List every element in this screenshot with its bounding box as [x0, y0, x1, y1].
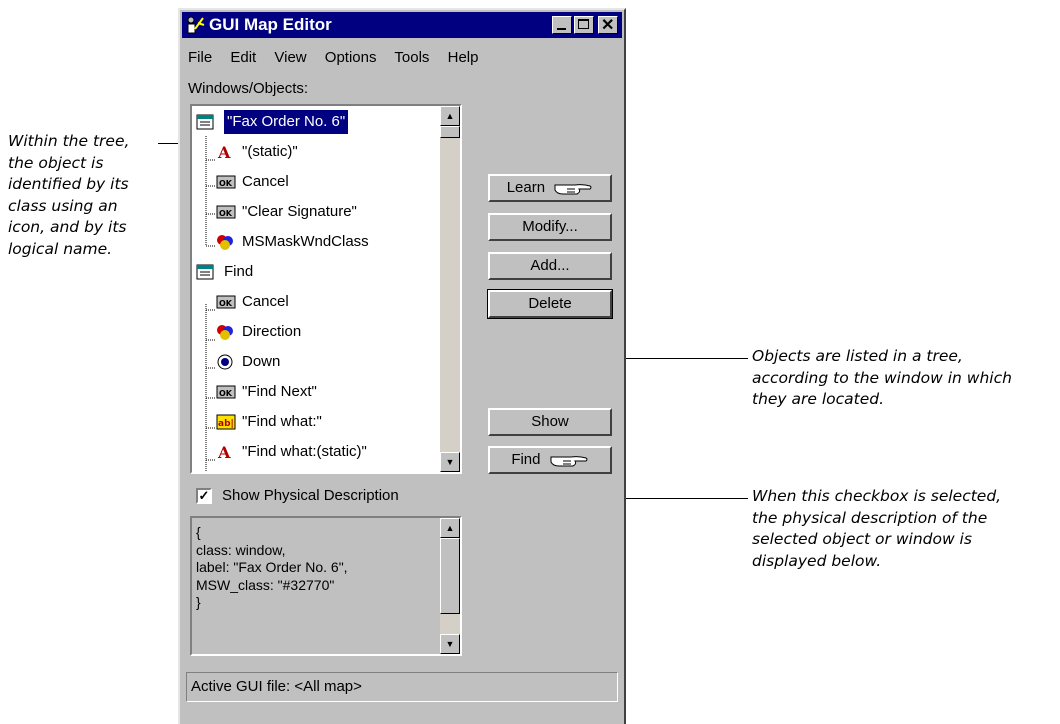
radio-button-icon: [216, 353, 234, 371]
annotation-line: icon, and by its: [8, 218, 127, 236]
pointing-hand-icon: [550, 456, 588, 467]
window-title: GUI Map Editor: [209, 15, 332, 34]
close-icon: ✕: [601, 17, 615, 34]
annotation-line: identified by its: [8, 175, 129, 193]
tree-item-label: "Find what:(static)": [242, 443, 367, 460]
maximize-icon: [578, 19, 589, 29]
title-bar[interactable]: GUI Map Editor ✕: [182, 12, 622, 38]
scroll-up-arrow[interactable]: ▲: [440, 106, 460, 126]
minimize-button[interactable]: [552, 16, 572, 34]
modify-button[interactable]: Modify...: [488, 213, 612, 241]
annotation-line: selected object or window is: [752, 530, 972, 548]
tree-item-label: Find: [224, 263, 254, 280]
tree-item-label: Down: [242, 353, 281, 370]
annotation-line: Within the tree,: [8, 132, 130, 150]
object-icon: [216, 323, 234, 341]
status-bar: Active GUI file: <All map>: [186, 672, 618, 702]
static-text-icon: A: [216, 443, 234, 462]
tree-item-label: "Find what:": [242, 413, 322, 430]
menu-file[interactable]: File: [188, 49, 212, 66]
minimize-icon: [557, 28, 566, 30]
static-text-icon: A: [216, 143, 234, 162]
scroll-up-arrow[interactable]: ▲: [440, 518, 460, 538]
tree-item-label: "Clear Signature": [242, 203, 357, 220]
delete-button[interactable]: Delete: [487, 289, 613, 319]
annotation-line: When this checkbox is selected,: [752, 487, 1002, 505]
physical-description-text: { class: window, label: "Fax Order No. 6…: [196, 524, 348, 610]
learn-button[interactable]: Learn: [488, 174, 612, 202]
learn-button-label: Learn: [506, 179, 546, 196]
show-physical-description-checkbox[interactable]: ✓: [196, 488, 212, 504]
tree-item-label: "Fax Order No. 6": [222, 109, 350, 135]
svg-text:A: A: [217, 443, 231, 461]
annotation-line: the object is: [8, 153, 104, 172]
annotation-line: the physical description of the: [752, 508, 988, 527]
menu-bar: File Edit View Options Tools Help: [188, 49, 492, 66]
svg-text:OK: OK: [219, 299, 233, 308]
physical-description-box[interactable]: { class: window, label: "Fax Order No. 6…: [190, 516, 462, 656]
push-button-icon: OK: [216, 173, 236, 191]
annotation-line: they are located.: [752, 390, 885, 408]
app-icon: [187, 16, 205, 34]
annotation-line: displayed below.: [752, 551, 882, 570]
menu-tools[interactable]: Tools: [394, 49, 429, 66]
object-icon: [216, 233, 234, 251]
scroll-thumb[interactable]: [440, 538, 460, 614]
svg-text:OK: OK: [219, 179, 233, 188]
tree-item-label: MSMaskWndClass: [242, 233, 369, 250]
tree-item-label: Cancel: [242, 173, 289, 190]
annotation-line: class using an: [8, 196, 118, 215]
tree-item-label: "(static)": [242, 143, 298, 160]
menu-view[interactable]: View: [274, 49, 306, 66]
push-button-icon: OK: [216, 293, 236, 311]
annotation-tree-icon: Within the tree, the object is identifie…: [8, 131, 129, 260]
annotation-line: Objects are listed in a tree,: [752, 347, 963, 365]
tree-item-label: Cancel: [242, 293, 289, 310]
tree-item-label: "Find Next": [242, 383, 317, 400]
window-icon: [196, 263, 214, 281]
svg-text:OK: OK: [219, 389, 233, 398]
annotation-line: according to the window in which: [752, 368, 1012, 387]
menu-options[interactable]: Options: [325, 49, 377, 66]
svg-text:OK: OK: [219, 209, 233, 218]
svg-text:ab|: ab|: [218, 419, 234, 429]
svg-text:A: A: [217, 143, 231, 161]
window-icon: [196, 113, 214, 131]
close-button[interactable]: ✕: [598, 16, 618, 34]
find-button[interactable]: Find: [488, 446, 612, 474]
scroll-down-arrow[interactable]: ▼: [440, 452, 460, 472]
show-physical-description-label[interactable]: Show Physical Description: [222, 487, 399, 504]
status-text: Active GUI file: <All map>: [191, 678, 362, 695]
show-button[interactable]: Show: [488, 408, 612, 436]
tree-label: Windows/Objects:: [188, 80, 309, 97]
annotation-checkbox: When this checkbox is selected, the phys…: [752, 486, 1001, 572]
push-button-icon: OK: [216, 203, 236, 221]
tree-item-label: Direction: [242, 323, 302, 340]
scroll-thumb[interactable]: [440, 126, 460, 138]
menu-edit[interactable]: Edit: [230, 49, 256, 66]
edit-field-icon: ab|: [216, 413, 236, 431]
scroll-down-arrow[interactable]: ▼: [440, 634, 460, 654]
description-scrollbar[interactable]: ▲ ▼: [440, 518, 460, 654]
annotation-tree-list: Objects are listed in a tree, according …: [752, 346, 1012, 411]
windows-objects-tree[interactable]: "Fax Order No. 6" A "(static)" OK Cancel OK "C…: [190, 104, 462, 474]
menu-help[interactable]: Help: [448, 49, 479, 66]
pointing-hand-icon: [554, 184, 592, 195]
annotation-line: logical name.: [8, 239, 113, 258]
tree-scrollbar[interactable]: ▲ ▼: [440, 106, 460, 472]
push-button-icon: OK: [216, 383, 236, 401]
find-button-label: Find: [511, 451, 541, 468]
add-button[interactable]: Add...: [488, 252, 612, 280]
maximize-button[interactable]: [574, 16, 594, 34]
